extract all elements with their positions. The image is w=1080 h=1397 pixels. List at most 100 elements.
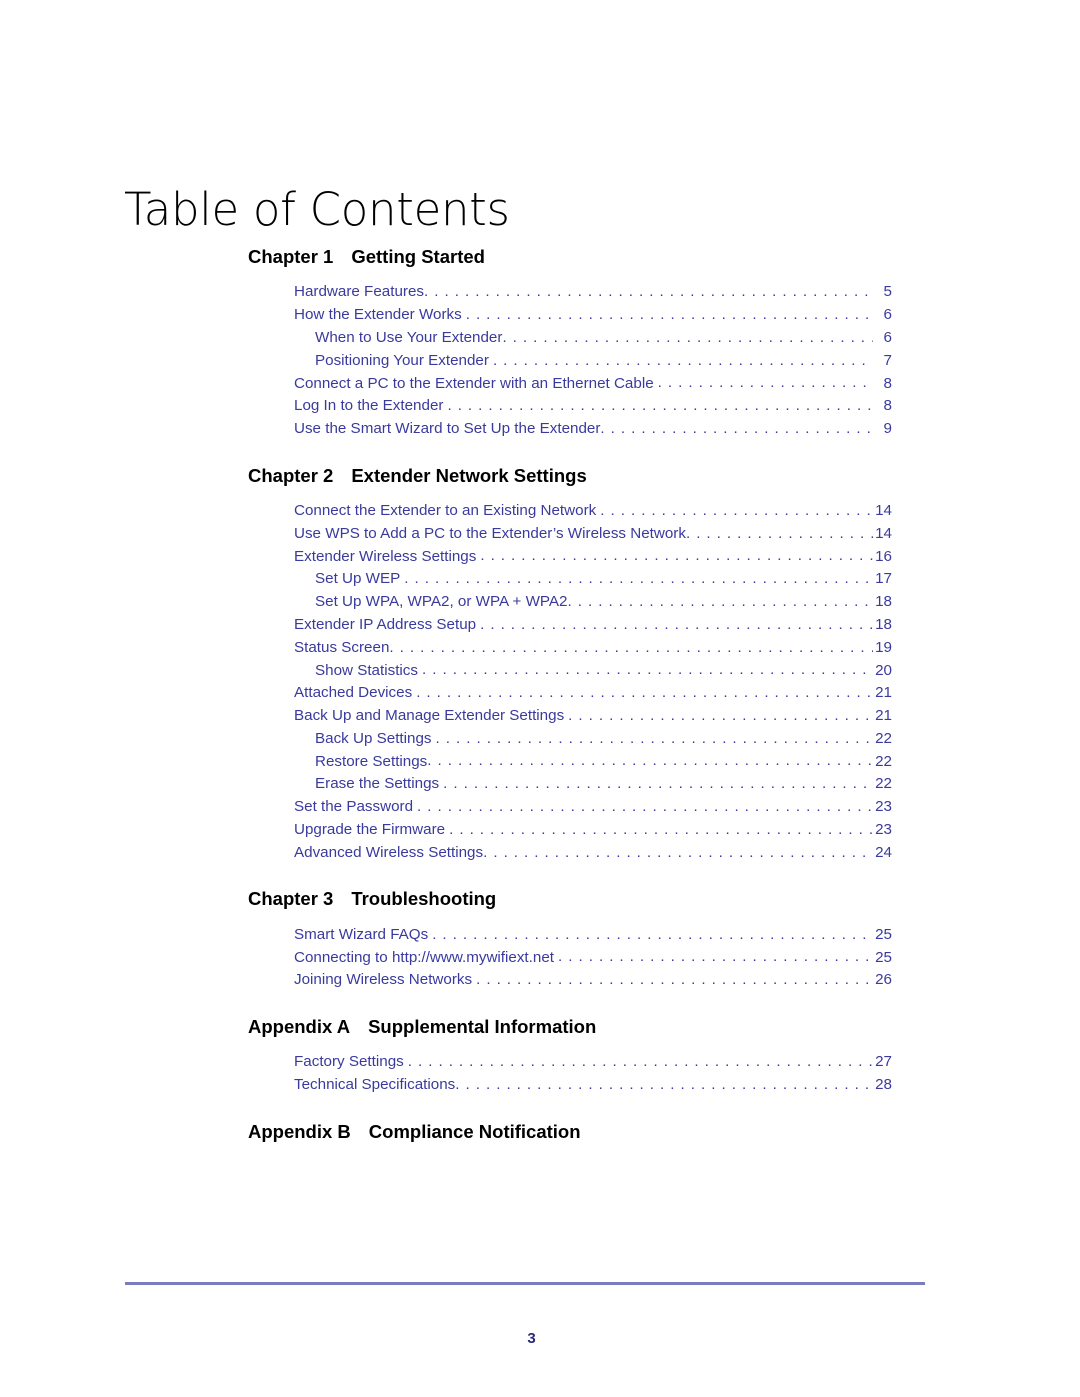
toc-entry-page-number: 6 [883,306,892,324]
dot-leader [480,614,873,629]
chapter-title: Extender Network Settings [351,464,587,486]
toc-entry[interactable]: Upgrade the Firmware 23 [248,819,892,842]
toc-entry[interactable]: Use the Smart Wizard to Set Up the Exten… [248,418,892,441]
toc-entry-label: Smart Wizard FAQs [294,925,429,943]
toc-entry-label: Set Up WPA, WPA2, or WPA + WPA2 [315,593,568,611]
toc-entry-page-number: 25 [875,925,892,943]
heading-spacer [248,911,892,924]
toc-entry-label: Connecting to http://www.mywifiext.net [294,948,554,966]
toc-entry-label: Upgrade the Firmware [294,820,446,838]
toc-entry-label: Hardware Features [294,283,424,301]
toc-entry[interactable]: Hardware Features 5 [248,281,892,304]
table-of-contents: Chapter 1 Getting Started Hardware Feature… [248,246,892,1143]
toc-entry-label: Technical Specifications [294,1076,456,1094]
toc-entry-label: Factory Settings [294,1053,404,1071]
dot-leader [658,372,873,387]
chapter-title: Compliance Notification [368,1120,581,1142]
toc-entry-label: Connect a PC to the Extender with an Eth… [294,374,654,392]
dot-leader [558,946,873,961]
toc-entry-page-number: 22 [875,752,892,770]
chapter-label: Chapter 3 [248,888,334,910]
toc-entry-label: Show Statistics [315,661,418,679]
chapter-title: Getting Started [351,246,485,267]
toc-entry[interactable]: Extender IP Address Setup 18 [248,614,892,637]
chapter-heading[interactable]: Appendix B Compliance Notification [248,1121,892,1143]
toc-entry-label: Status Screen [294,638,390,656]
chapter-heading[interactable]: Chapter 2 Extender Network Settings [248,465,892,487]
dot-leader [447,395,873,410]
footer-divider [125,1282,925,1285]
toc-entry-list: Connect the Extender to an Existing Netw… [248,500,892,865]
toc-entry-list: Hardware Features 5 How the Extender Works… [248,281,892,440]
document-page: Table of Contents Chapter 1 Getting Start… [0,0,1080,1397]
toc-entry[interactable]: Connecting to http://www.mywifiext.net 25 [248,946,892,969]
toc-entry[interactable]: Attached Devices 21 [248,682,892,705]
toc-entry[interactable]: Restore Settings 22 [248,750,892,773]
dot-leader [443,773,873,788]
toc-entry[interactable]: Back Up Settings 22 [248,728,892,751]
toc-entry[interactable]: Log In to the Extender 8 [248,395,892,418]
dot-leader [436,728,874,743]
toc-entry-label: Extender Wireless Settings [294,547,477,565]
toc-entry-page-number: 18 [875,615,892,633]
dot-leader [600,500,873,515]
toc-entry-label: Log In to the Extender [294,397,444,415]
dot-leader [567,591,873,606]
toc-entry-page-number: 8 [883,374,892,392]
chapter-heading[interactable]: Chapter 3 Troubleshooting [248,888,892,910]
chapter-heading[interactable]: Appendix A Supplemental Information [248,1016,892,1038]
dot-leader [449,819,873,834]
dot-leader [432,924,873,939]
toc-entry[interactable]: Advanced Wireless Settings 24 [248,842,892,865]
toc-entry-page-number: 24 [875,843,892,861]
toc-entry[interactable]: Positioning Your Extender 7 [248,350,892,373]
toc-entry-page-number: 22 [875,775,892,793]
dot-leader [686,523,873,538]
dot-leader [483,842,873,857]
heading-spacer [248,1038,892,1051]
toc-entry[interactable]: Back Up and Manage Extender Settings 21 [248,705,892,728]
chapter-title: Supplemental Information [368,1015,597,1037]
toc-entry-label: Advanced Wireless Settings [294,843,484,861]
toc-entry[interactable]: Joining Wireless Networks 26 [248,969,892,992]
toc-entry[interactable]: Extender Wireless Settings 16 [248,545,892,568]
toc-entry-label: Back Up Settings [315,729,432,747]
dot-leader [424,281,873,296]
chapter-heading[interactable]: Chapter 1 Getting Started [248,246,892,268]
toc-entry[interactable]: Erase the Settings 22 [248,773,892,796]
toc-entry[interactable]: Set Up WEP 17 [248,568,892,591]
toc-entry-label: Attached Devices [294,684,413,702]
toc-entry[interactable]: Status Screen 19 [248,637,892,660]
toc-entry[interactable]: Factory Settings 27 [248,1051,892,1074]
toc-entry-label: Use the Smart Wizard to Set Up the Exten… [294,420,601,438]
toc-entry[interactable]: Set the Password 23 [248,796,892,819]
toc-entry[interactable]: Show Statistics 20 [248,659,892,682]
toc-entry-page-number: 28 [875,1076,892,1094]
toc-entry-label: Set the Password [294,798,414,816]
toc-entry-label: Erase the Settings [315,775,440,793]
heading-spacer [248,487,892,500]
dot-leader [417,796,873,811]
toc-entry[interactable]: Use WPS to Add a PC to the Extender’s Wi… [248,523,892,546]
dot-leader [493,350,873,365]
page-title: Table of Contents [124,183,510,237]
chapter-title: Troubleshooting [351,888,497,910]
toc-entry[interactable]: When to Use Your Extender 6 [248,327,892,350]
toc-entry[interactable]: How the Extender Works 6 [248,304,892,327]
toc-entry[interactable]: Connect the Extender to an Existing Netw… [248,500,892,523]
toc-entry-label: How the Extender Works [294,306,462,324]
toc-entry[interactable]: Technical Specifications 28 [248,1074,892,1097]
toc-entry-page-number: 23 [875,798,892,816]
toc-entry[interactable]: Set Up WPA, WPA2, or WPA + WPA2 18 [248,591,892,614]
toc-entry[interactable]: Smart Wizard FAQs 25 [248,924,892,947]
toc-entry-page-number: 5 [883,283,892,301]
toc-entry-page-number: 6 [883,328,892,346]
dot-leader [408,1051,873,1066]
toc-entry[interactable]: Connect a PC to the Extender with an Eth… [248,372,892,395]
toc-entry-page-number: 14 [875,524,892,542]
toc-entry-page-number: 23 [875,820,892,838]
toc-entry-page-number: 8 [883,397,892,415]
toc-entry-label: When to Use Your Extender [315,328,503,346]
